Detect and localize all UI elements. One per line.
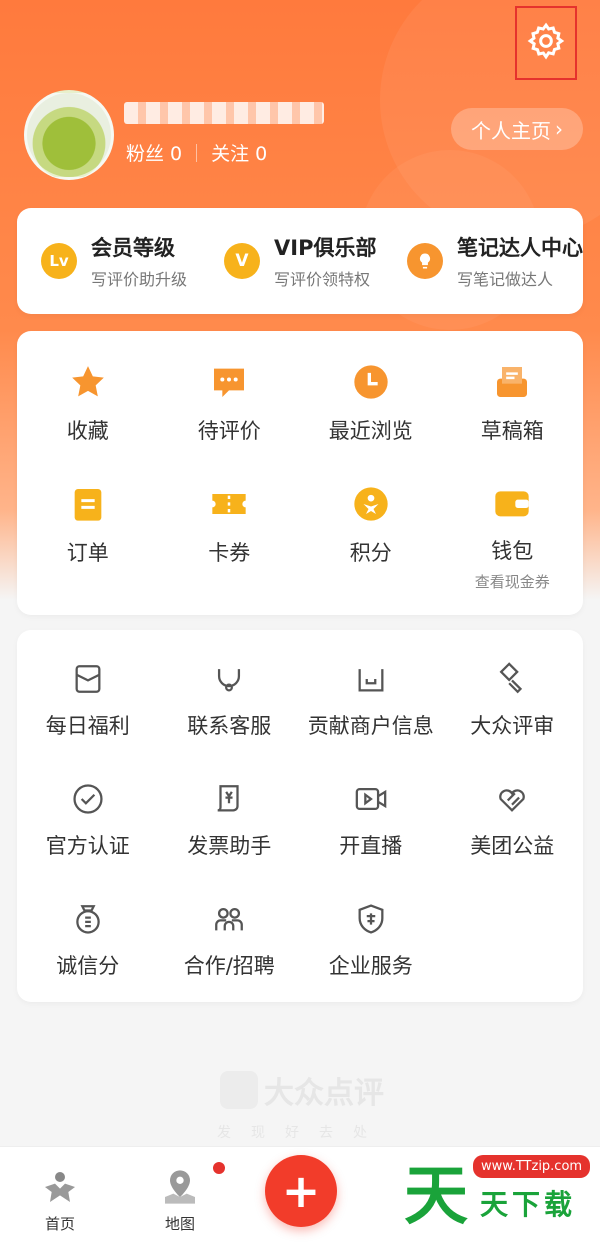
site-watermark-badge: 天 www.TTzip.com 天下载 <box>400 1145 595 1234</box>
chevron-right-icon: › <box>555 117 563 141</box>
wallet-icon <box>491 483 533 523</box>
services-card: 每日福利 联系客服 贡献商户信息 大众评审 官方认证 发票助手 开直播 美团公益… <box>17 630 583 1002</box>
quick-item-history[interactable]: 最近浏览 <box>300 331 442 453</box>
vip-club-subtitle: 写评价领特权 <box>274 270 371 289</box>
coupon-icon <box>208 483 250 525</box>
home-person-icon <box>38 1165 82 1209</box>
vip-badge-icon: V <box>224 243 260 279</box>
homepage-label: 个人主页 <box>471 118 551 143</box>
service-daily-welfare[interactable]: 每日福利 <box>17 630 159 750</box>
quick-item-wallet[interactable]: 钱包 查看现金券 <box>442 453 584 591</box>
watermark-logo-text: 大众点评 <box>264 1076 384 1111</box>
note-expert-entry[interactable]: 笔记达人中心 写笔记做达人 <box>397 232 583 290</box>
gear-icon <box>526 21 566 65</box>
quick-item-orders[interactable]: 订单 <box>17 453 159 575</box>
service-go-live[interactable]: 开直播 <box>300 750 442 870</box>
comment-icon <box>208 361 250 403</box>
bulb-icon <box>407 243 443 279</box>
follow-count[interactable]: 关注 0 <box>211 139 267 166</box>
service-public-review[interactable]: 大众评审 <box>442 630 584 750</box>
note-expert-title: 笔记达人中心 <box>457 236 583 260</box>
member-card: Lv 会员等级 写评价助升级 V VIP俱乐部 写评价领特权 笔记达人中心 写笔… <box>17 208 583 314</box>
tab-home[interactable]: 首页 <box>20 1165 100 1234</box>
quick-item-coupons[interactable]: 卡券 <box>159 453 301 575</box>
fans-count[interactable]: 粉丝 0 <box>126 139 182 166</box>
quick-item-drafts[interactable]: 草稿箱 <box>442 331 584 453</box>
member-level-subtitle: 写评价助升级 <box>91 270 188 289</box>
points-icon <box>350 483 392 525</box>
plus-icon: + <box>281 1164 321 1218</box>
brand-watermark: 大众点评 发现好去处 <box>212 1068 392 1148</box>
quick-item-pending-review[interactable]: 待评价 <box>159 331 301 453</box>
service-enterprise[interactable]: 企业服务 <box>300 870 442 990</box>
drafts-icon <box>491 361 533 403</box>
member-level-entry[interactable]: Lv 会员等级 写评价助升级 <box>17 232 214 290</box>
quick-item-favorites[interactable]: 收藏 <box>17 331 159 453</box>
avatar[interactable] <box>24 90 114 180</box>
map-notification-dot <box>213 1162 225 1174</box>
tab-map[interactable]: 地图 <box>140 1165 220 1234</box>
service-cooperation-recruit[interactable]: 合作/招聘 <box>159 870 301 990</box>
lv-badge-icon: Lv <box>41 243 77 279</box>
member-level-title: 会员等级 <box>91 236 175 260</box>
service-customer-support[interactable]: 联系客服 <box>159 630 301 750</box>
enterprise-shield-icon <box>352 900 390 938</box>
star-icon <box>67 361 109 403</box>
tab-map-label: 地图 <box>164 1215 195 1233</box>
heart-icon <box>493 780 531 818</box>
watermark-slogan: 发现好去处 <box>217 1125 387 1141</box>
settings-button[interactable] <box>515 6 577 80</box>
shop-icon <box>352 660 390 698</box>
credit-icon <box>69 900 107 938</box>
gavel-icon <box>493 660 531 698</box>
wallet-subtitle: 查看现金券 <box>474 573 550 591</box>
quick-item-points[interactable]: 积分 <box>300 453 442 575</box>
vip-club-entry[interactable]: V VIP俱乐部 写评价领特权 <box>214 232 397 290</box>
vip-club-title: VIP俱乐部 <box>274 236 377 260</box>
quick-actions-card: 收藏 待评价 最近浏览 草稿箱 订单 卡券 积分 钱包 查看现金券 <box>17 331 583 615</box>
service-meituan-charity[interactable]: 美团公益 <box>442 750 584 870</box>
homepage-button[interactable]: 个人主页 › <box>451 108 583 150</box>
service-credit-score[interactable]: 诚信分 <box>17 870 159 990</box>
gift-envelope-icon <box>69 660 107 698</box>
add-button[interactable]: + <box>265 1155 337 1227</box>
team-icon <box>210 900 248 938</box>
service-merchant-info[interactable]: 贡献商户信息 <box>300 630 442 750</box>
profile-stats: 粉丝 0 关注 0 <box>126 139 267 166</box>
dianping-logo-icon <box>220 1071 258 1109</box>
headset-icon <box>210 660 248 698</box>
live-video-icon <box>352 780 390 818</box>
stats-divider <box>196 143 198 162</box>
map-pin-icon <box>158 1165 202 1209</box>
check-circle-icon <box>69 780 107 818</box>
note-expert-subtitle: 写笔记做达人 <box>457 270 554 289</box>
service-official-verify[interactable]: 官方认证 <box>17 750 159 870</box>
order-icon <box>67 483 109 525</box>
clock-icon <box>350 361 392 403</box>
username-blurred <box>124 102 324 124</box>
invoice-icon <box>210 780 248 818</box>
tab-home-label: 首页 <box>44 1215 75 1233</box>
service-invoice-helper[interactable]: 发票助手 <box>159 750 301 870</box>
